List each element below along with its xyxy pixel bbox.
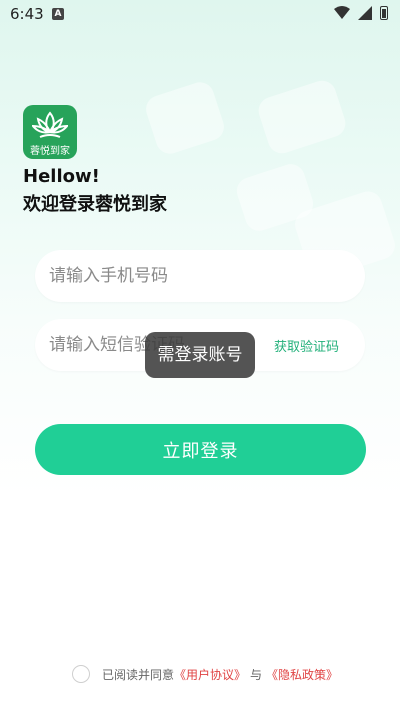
agreement-checkbox[interactable]: [72, 665, 90, 683]
login-button[interactable]: 立即登录: [35, 424, 366, 475]
wifi-icon: [334, 6, 350, 19]
privacy-policy-link[interactable]: 《隐私政策》: [266, 666, 338, 683]
status-bar: 6:43 A: [0, 0, 400, 28]
user-agreement-link[interactable]: 《用户协议》: [174, 666, 246, 683]
status-icons: [334, 6, 388, 20]
toast-message: 需登录账号: [145, 332, 255, 378]
agreement-conjunction: 与: [250, 667, 263, 682]
signal-icon: [358, 6, 372, 20]
status-time: 6:43: [10, 5, 44, 23]
logo-text: 蓉悦到家: [30, 146, 70, 157]
agreement-prefix: 已阅读并同意: [102, 667, 175, 682]
get-code-button[interactable]: 获取验证码: [274, 336, 339, 355]
phone-input[interactable]: [35, 250, 249, 302]
app-logo: 蓉悦到家: [23, 105, 77, 159]
agreement-row: 已阅读并同意 《用户协议》 与 《隐私政策》: [72, 665, 338, 683]
notification-icon: A: [52, 8, 64, 20]
lotus-icon: [32, 111, 68, 138]
greeting-text: Hellow!: [23, 166, 100, 187]
welcome-title: 欢迎登录蓉悦到家: [23, 194, 167, 215]
background-decoration: [142, 78, 228, 158]
battery-icon: [380, 6, 388, 20]
background-decoration: [254, 77, 350, 157]
phone-input-container: [35, 250, 365, 302]
